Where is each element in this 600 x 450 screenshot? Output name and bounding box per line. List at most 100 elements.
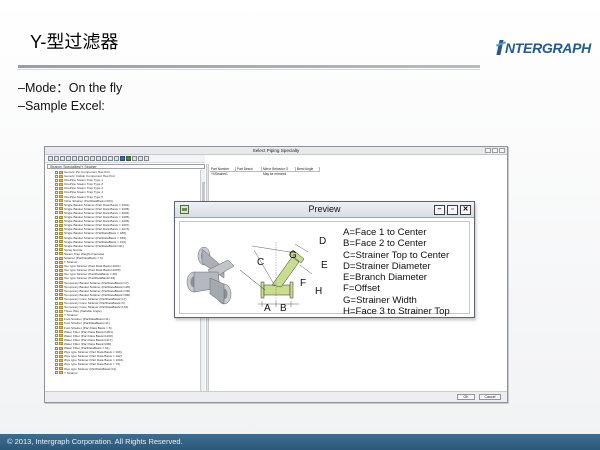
expand-icon[interactable]	[55, 264, 58, 268]
footer-bar: © 2013, Intergraph Corporation. All Righ…	[0, 434, 600, 450]
preview-maximize-icon[interactable]: ▫	[447, 205, 458, 215]
catalog-icon[interactable]	[126, 156, 131, 161]
forward-icon[interactable]	[54, 156, 59, 161]
cancel-button[interactable]: Cancel	[479, 394, 501, 400]
expand-icon[interactable]	[55, 276, 58, 280]
intergraph-logo: NTERGRAPH	[496, 40, 591, 56]
expand-icon[interactable]	[55, 215, 58, 219]
expand-icon[interactable]	[55, 358, 58, 362]
logo-i-mark	[496, 40, 504, 55]
expand-icon[interactable]	[55, 371, 58, 375]
expand-icon[interactable]	[55, 313, 58, 317]
details-view-icon[interactable]	[72, 156, 77, 161]
help-icon[interactable]	[144, 156, 149, 161]
minimize-button[interactable]	[485, 148, 491, 153]
list-view-icon[interactable]	[66, 156, 71, 161]
expand-icon[interactable]	[55, 293, 58, 297]
folder-icon	[59, 342, 63, 346]
cell-part-description	[236, 172, 262, 177]
expand-icon[interactable]	[55, 195, 58, 199]
cell-mirror-behavior: May be mirrored	[263, 172, 287, 176]
expand-icon[interactable]	[55, 219, 58, 223]
expand-icon[interactable]	[55, 227, 58, 231]
expand-icon[interactable]	[55, 211, 58, 215]
close-button[interactable]	[499, 148, 505, 153]
refresh-icon[interactable]	[90, 156, 95, 161]
expand-icon[interactable]	[55, 317, 58, 321]
expand-icon[interactable]	[55, 272, 58, 276]
expand-icon[interactable]	[55, 334, 58, 338]
back-icon[interactable]	[48, 156, 53, 161]
expand-icon[interactable]	[55, 268, 58, 272]
header-divider-thin	[18, 69, 480, 70]
expand-icon[interactable]	[55, 362, 58, 366]
grid-view-icon[interactable]	[96, 156, 101, 161]
expand-icon[interactable]	[55, 223, 58, 227]
expand-icon[interactable]	[55, 326, 58, 330]
expand-icon[interactable]	[55, 330, 58, 334]
expand-icon[interactable]	[55, 252, 58, 256]
ok-button[interactable]: OK	[457, 394, 475, 400]
rows-icon[interactable]	[114, 156, 119, 161]
folder-icon	[59, 371, 63, 375]
expand-icon[interactable]	[55, 186, 58, 190]
expand-icon[interactable]	[55, 305, 58, 309]
expand-icon[interactable]	[55, 354, 58, 358]
folder-icon	[59, 170, 63, 174]
tree-item[interactable]: Y Strainer	[47, 371, 199, 375]
preview-icon[interactable]	[120, 156, 125, 161]
expand-icon[interactable]	[55, 199, 58, 203]
preview-close-icon[interactable]: ✕	[460, 205, 471, 215]
expand-icon[interactable]	[55, 170, 58, 174]
expand-icon[interactable]	[55, 174, 58, 178]
expand-icon[interactable]	[55, 338, 58, 342]
folder-icon	[59, 338, 63, 342]
expand-icon[interactable]	[55, 322, 58, 326]
expand-icon[interactable]	[55, 309, 58, 313]
expand-icon[interactable]	[55, 297, 58, 301]
properties-icon[interactable]	[84, 156, 89, 161]
maximize-button[interactable]	[492, 148, 498, 153]
folder-icon	[59, 272, 63, 276]
folder-icon	[59, 367, 63, 371]
expand-icon[interactable]	[55, 178, 58, 182]
expand-icon[interactable]	[55, 260, 58, 264]
expand-icon[interactable]	[55, 285, 58, 289]
expand-icon[interactable]	[55, 301, 58, 305]
dim-label-d: D	[319, 236, 326, 247]
folder-icon	[59, 301, 63, 305]
expand-icon[interactable]	[55, 240, 58, 244]
columns-icon[interactable]	[108, 156, 113, 161]
expand-icon[interactable]	[55, 203, 58, 207]
preview-titlebar: Preview – ▫ ✕	[175, 202, 474, 218]
folder-icon	[59, 317, 63, 321]
expand-icon[interactable]	[55, 342, 58, 346]
folder-icon	[59, 326, 63, 330]
strainer-schematic	[239, 242, 313, 307]
filter-icon[interactable]	[78, 156, 83, 161]
expand-icon[interactable]	[55, 244, 58, 248]
slide-title: Y-型过滤器	[30, 32, 119, 52]
legend-h: H=Face 3 to Strainer Top	[343, 306, 450, 318]
expand-icon[interactable]	[55, 231, 58, 235]
table-view-icon[interactable]	[102, 156, 107, 161]
sort-icon[interactable]	[138, 156, 143, 161]
path-field[interactable]: Strainer Specialties\Y Strainer	[47, 164, 205, 169]
expand-icon[interactable]	[55, 191, 58, 195]
expand-icon[interactable]	[55, 256, 58, 260]
expand-icon[interactable]	[55, 248, 58, 252]
expand-icon[interactable]	[55, 207, 58, 211]
expand-icon[interactable]	[55, 281, 58, 285]
folder-icon	[59, 219, 63, 223]
expand-icon[interactable]	[55, 346, 58, 350]
expand-icon[interactable]	[55, 236, 58, 240]
folder-icon	[59, 285, 63, 289]
preview-minimize-icon[interactable]: –	[434, 205, 445, 215]
expand-icon[interactable]	[55, 350, 58, 354]
part-grid-row[interactable]: Y0Strainer1 May be mirrored	[210, 172, 320, 177]
expand-icon[interactable]	[55, 182, 58, 186]
expand-icon[interactable]	[55, 367, 58, 371]
expand-icon[interactable]	[55, 289, 58, 293]
find-icon[interactable]	[132, 156, 137, 161]
up-folder-icon[interactable]	[60, 156, 65, 161]
